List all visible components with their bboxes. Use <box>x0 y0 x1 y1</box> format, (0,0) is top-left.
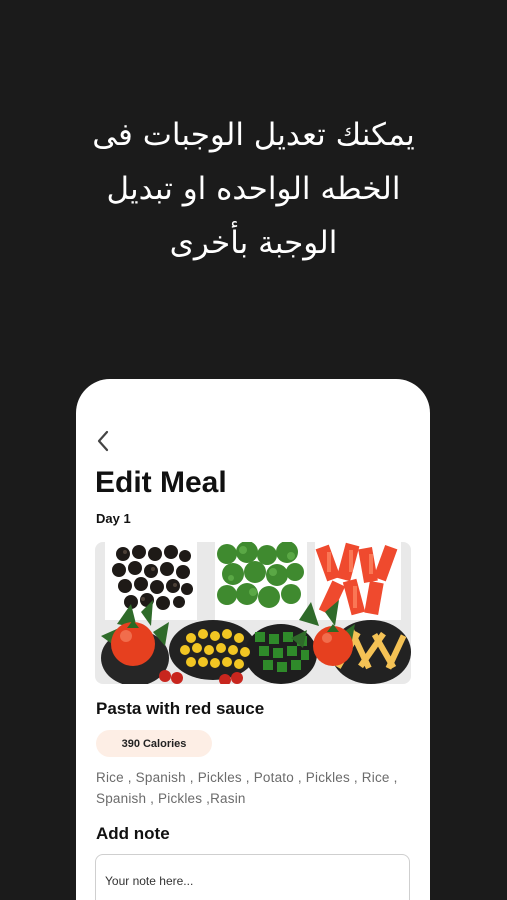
page-title: Edit Meal <box>95 466 227 499</box>
back-button[interactable] <box>92 428 114 454</box>
meal-image <box>95 542 411 684</box>
note-label: Add note <box>96 824 170 843</box>
app-page: يمكنك تعديل الوجبات فى الخطه الواحده او … <box>0 0 507 900</box>
meal-name: Pasta with red sauce <box>96 699 265 718</box>
ingredients-text: Rice , Spanish , Pickles , Potato , Pick… <box>96 770 398 806</box>
day-label: Day 1 <box>96 511 131 526</box>
note-input[interactable] <box>95 854 410 900</box>
calories-badge: 390 Calories <box>96 730 212 757</box>
promo-caption: يمكنك تعديل الوجبات فى الخطه الواحده او … <box>92 117 415 261</box>
chevron-left-icon <box>97 430 109 452</box>
